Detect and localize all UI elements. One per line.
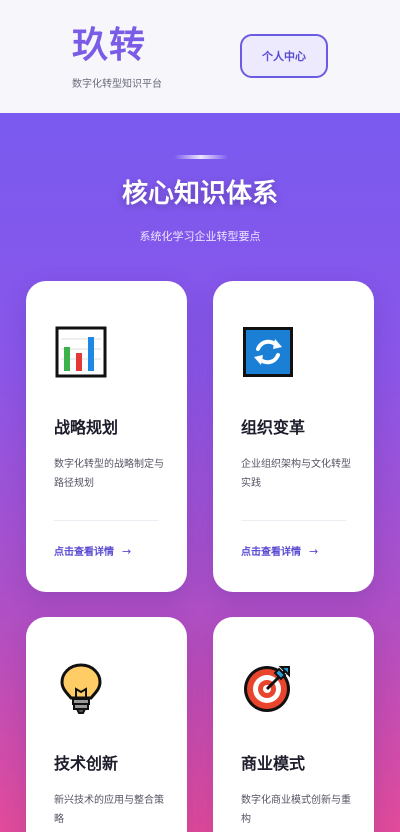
card-business-model[interactable]: 商业模式 数字化商业模式创新与重构 — [213, 617, 374, 832]
card-title: 技术创新 — [54, 754, 119, 773]
card-technology[interactable]: 技术创新 新兴技术的应用与整合策略 — [26, 617, 187, 832]
link-label: 点击查看详情 — [241, 547, 301, 558]
view-details-link[interactable]: 点击查看详情 → — [241, 543, 318, 558]
lightbulb-icon — [54, 661, 108, 715]
arrow-right-icon: → — [309, 545, 319, 558]
target-icon — [241, 661, 295, 715]
card-description: 新兴技术的应用与整合策略 — [54, 795, 164, 825]
card-divider — [54, 520, 159, 521]
link-label: 点击查看详情 — [54, 547, 114, 558]
refresh-icon — [241, 325, 295, 379]
card-description: 数字化商业模式创新与重构 — [241, 795, 351, 825]
top-header: 玖转 数字化转型知识平台 个人中心 — [0, 0, 400, 113]
arrow-right-icon: → — [122, 545, 132, 558]
user-center-button[interactable]: 个人中心 — [240, 34, 328, 78]
card-organization[interactable]: 组织变革 企业组织架构与文化转型实践 点击查看详情 → — [213, 281, 374, 592]
bar-chart-icon — [54, 325, 108, 379]
brand-logo[interactable]: 玖转 — [72, 24, 146, 68]
card-strategy[interactable]: 战略规划 数字化转型的战略制定与路径规划 点击查看详情 → — [26, 281, 187, 592]
brand-tagline: 数字化转型知识平台 — [72, 79, 162, 90]
knowledge-section: 核心知识体系 系统化学习企业转型要点 战略规划 数字化转型的战略制定与路径规划 … — [0, 113, 400, 832]
section-title: 核心知识体系 — [121, 179, 278, 209]
card-title: 战略规划 — [54, 418, 119, 437]
view-details-link[interactable]: 点击查看详情 → — [54, 543, 131, 558]
section-subtitle: 系统化学习企业转型要点 — [139, 230, 261, 243]
card-divider — [241, 520, 346, 521]
card-description: 企业组织架构与文化转型实践 — [241, 459, 351, 489]
card-title: 组织变革 — [241, 418, 306, 437]
card-description: 数字化转型的战略制定与路径规划 — [54, 459, 164, 489]
decorative-line — [174, 155, 228, 159]
card-title: 商业模式 — [241, 754, 306, 773]
